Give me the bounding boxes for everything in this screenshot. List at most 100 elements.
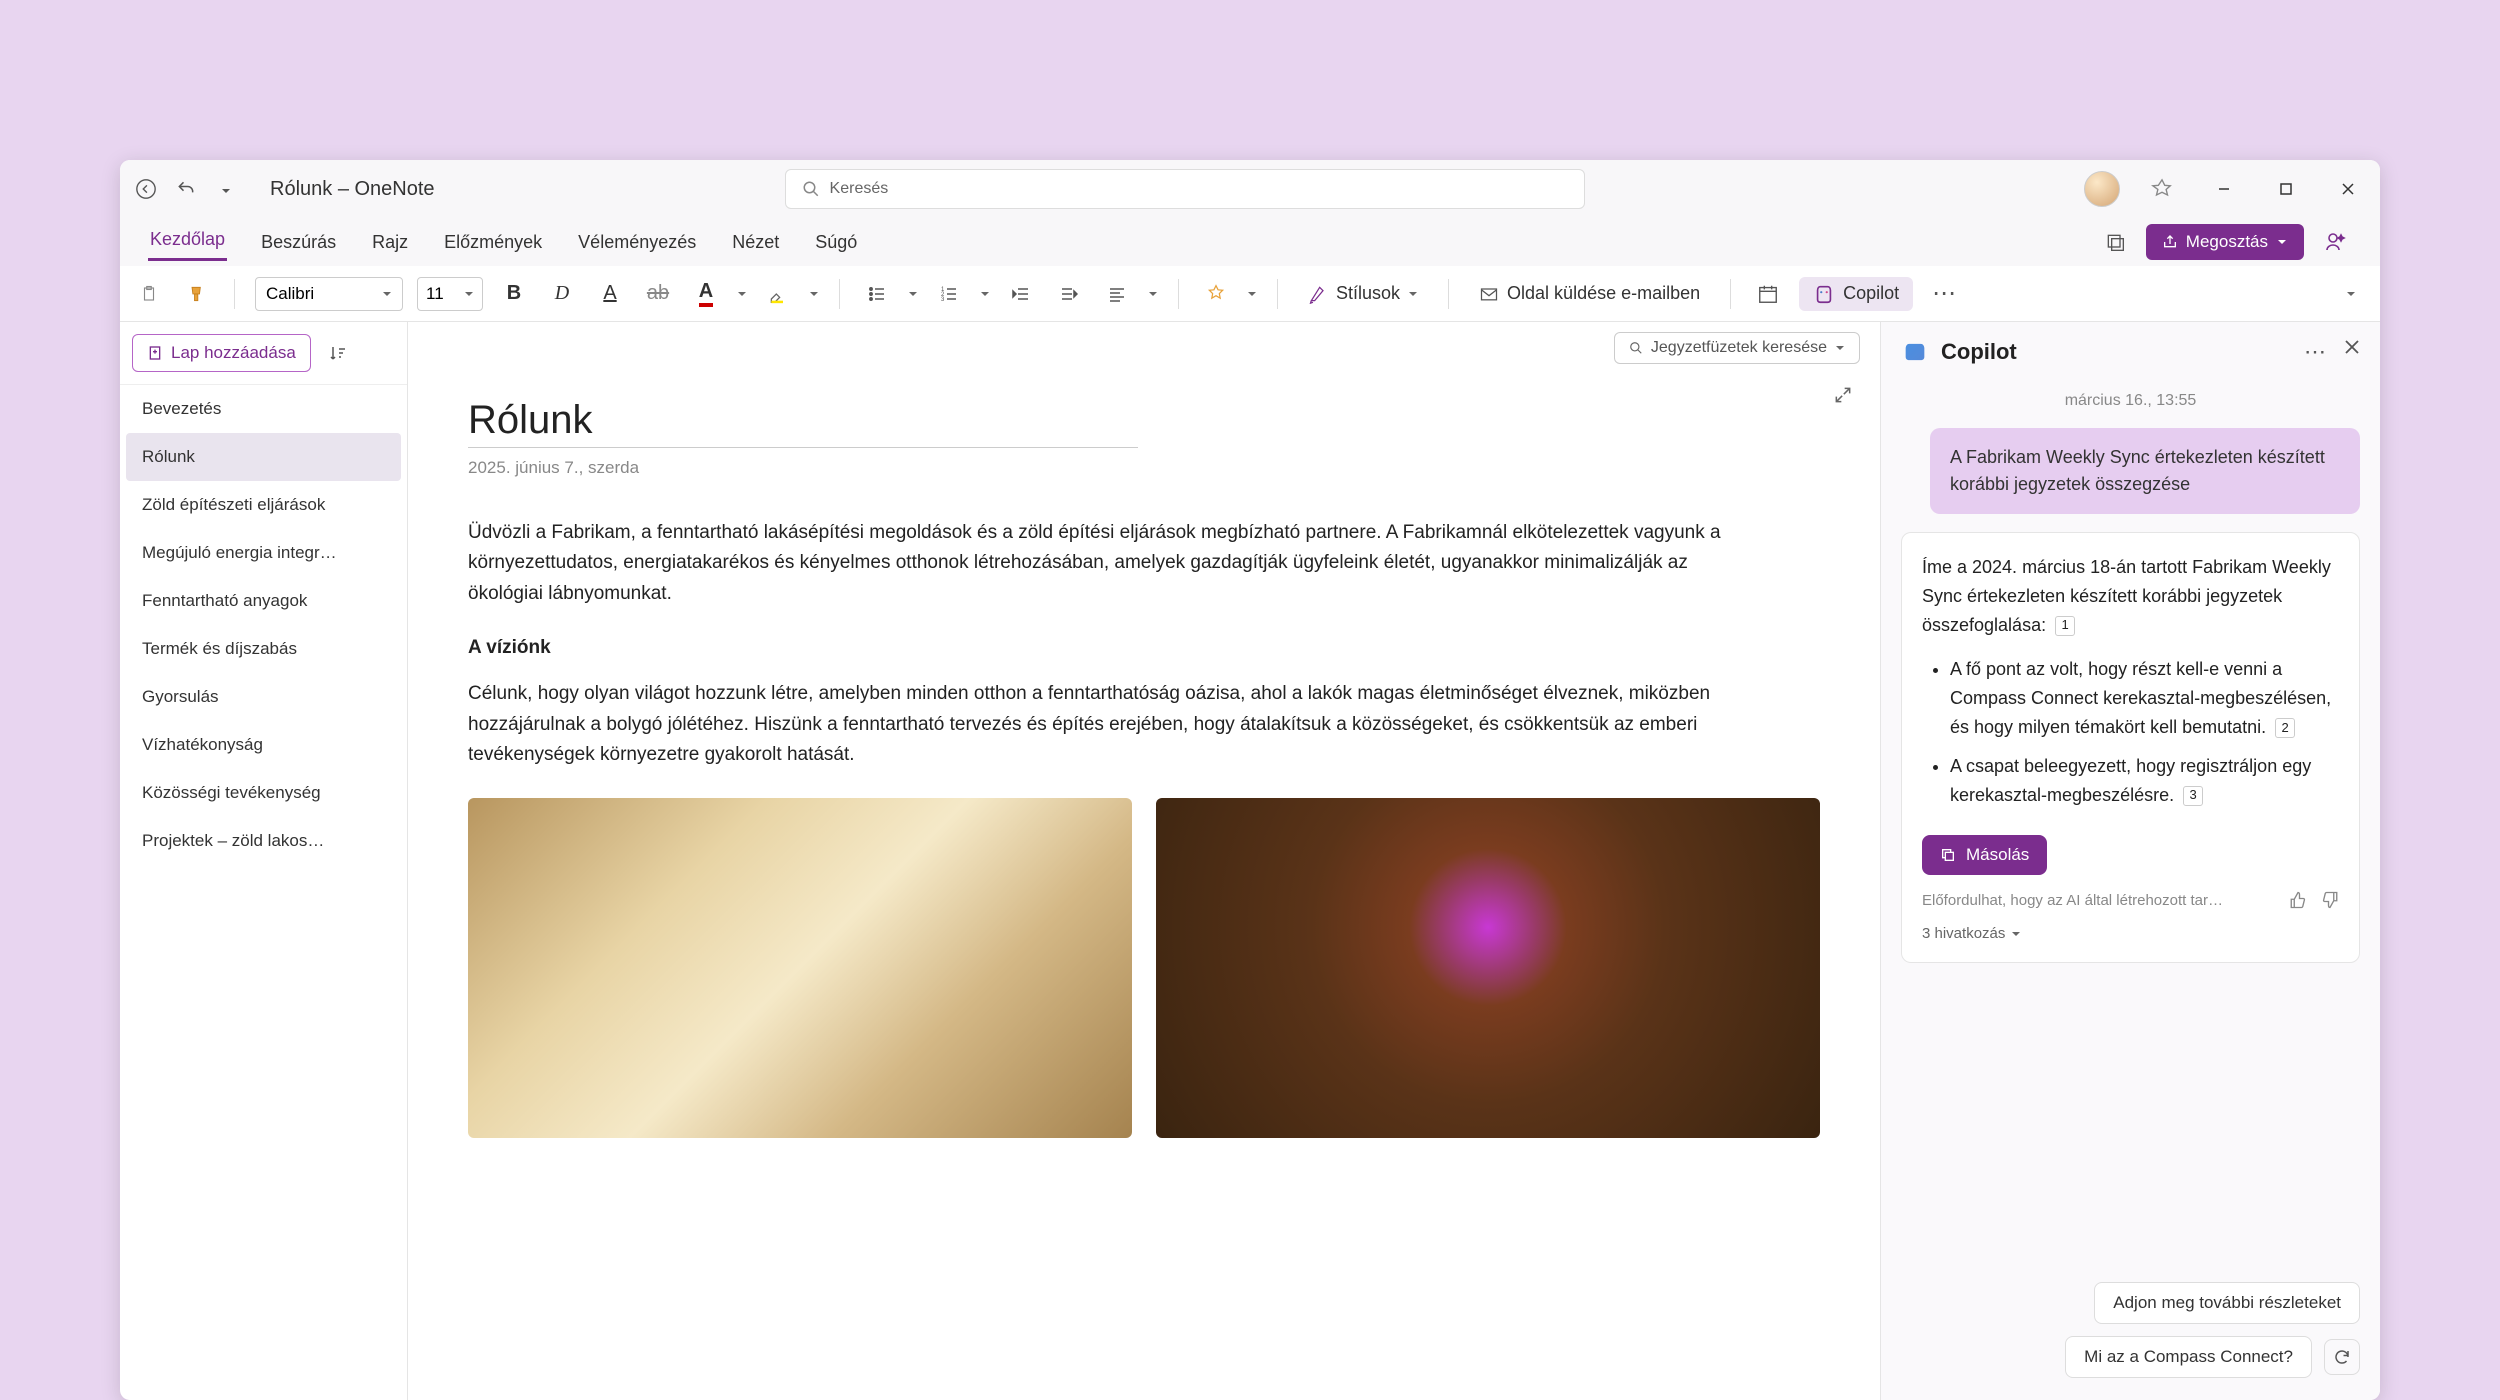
ribbon-tab-history[interactable]: Előzmények [442, 226, 544, 259]
format-painter-button[interactable] [180, 277, 214, 311]
font-size-select[interactable]: 11 [417, 277, 483, 311]
page-title[interactable]: Rólunk [468, 398, 1820, 443]
align-button[interactable] [1100, 277, 1134, 311]
separator [234, 279, 235, 309]
paste-button[interactable] [132, 277, 166, 311]
ribbon-tab-draw[interactable]: Rajz [370, 226, 410, 259]
image-atrium-dome[interactable] [1156, 798, 1820, 1138]
search-notebooks-button[interactable]: Jegyzetfüzetek keresése [1614, 332, 1860, 364]
numbered-list-button[interactable]: 123 [932, 277, 966, 311]
chevron-down-icon[interactable] [809, 289, 819, 299]
user-avatar[interactable] [2084, 171, 2120, 207]
reference-badge[interactable]: 3 [2183, 786, 2203, 806]
sort-button[interactable] [321, 336, 355, 370]
expand-icon[interactable] [1826, 378, 1860, 412]
ribbon-tabs: Kezdőlap Beszúrás Rajz Előzmények Vélemé… [120, 218, 2380, 266]
ribbon-tab-review[interactable]: Véleményezés [576, 226, 698, 259]
sidebar-item[interactable]: Megújuló energia integr… [120, 529, 407, 577]
sidebar-item[interactable]: Projektek – zöld lakos… [120, 817, 407, 865]
thumbs-up-button[interactable] [2289, 891, 2307, 909]
back-button[interactable] [132, 175, 160, 203]
share-icon [2162, 234, 2178, 250]
ribbon-tab-home[interactable]: Kezdőlap [148, 223, 227, 261]
highlight-button[interactable] [761, 277, 795, 311]
undo-button[interactable] [172, 175, 200, 203]
chevron-down-icon[interactable] [737, 289, 747, 299]
sidebar-item[interactable]: Közösségi tevékenység [120, 769, 407, 817]
reference-badge[interactable]: 1 [2055, 616, 2075, 636]
more-button[interactable]: ⋯ [1927, 277, 1961, 311]
page-body[interactable]: Rólunk 2025. június 7., szerda Üdvözli a… [408, 374, 1880, 1138]
ribbon-tab-insert[interactable]: Beszúrás [259, 226, 338, 259]
search-icon [802, 180, 820, 198]
maximize-button[interactable] [2266, 169, 2306, 209]
email-page-button[interactable]: Oldal küldése e-mailben [1469, 277, 1710, 311]
copilot-close-button[interactable] [2344, 339, 2360, 365]
indent-button[interactable] [1052, 277, 1086, 311]
font-name-select[interactable]: Calibri [255, 277, 403, 311]
add-page-button[interactable]: Lap hozzáadása [132, 334, 311, 372]
copilot-assistant-intro: Íme a 2024. március 18-án tartott Fabrik… [1922, 553, 2339, 639]
share-button[interactable]: Megosztás [2146, 224, 2304, 260]
copy-icon [1940, 847, 1956, 863]
vision-body[interactable]: Célunk, hogy olyan világot hozzunk létre… [468, 679, 1738, 770]
copilot-bullet: A fő pont az volt, hogy részt kell-e ven… [1950, 655, 2339, 741]
open-in-window-icon[interactable] [2098, 225, 2132, 259]
chevron-down-icon[interactable] [1247, 289, 1257, 299]
sidebar-item[interactable]: Termék és díjszabás [120, 625, 407, 673]
tag-button[interactable] [1199, 277, 1233, 311]
copilot-suggestion-button[interactable]: Adjon meg további részleteket [2094, 1282, 2360, 1324]
ribbon-tab-help[interactable]: Súgó [813, 226, 859, 259]
image-wooden-architecture[interactable] [468, 798, 1132, 1138]
close-button[interactable] [2328, 169, 2368, 209]
chevron-down-icon [1835, 343, 1845, 353]
sidebar-item[interactable]: Gyorsulás [120, 673, 407, 721]
chevron-down-icon [382, 289, 392, 299]
copilot-timestamp: március 16., 13:55 [1901, 392, 2360, 410]
minimize-button[interactable] [2204, 169, 2244, 209]
separator [1730, 279, 1731, 309]
thumbs-down-button[interactable] [2321, 891, 2339, 909]
copilot-toolbar-button[interactable]: Copilot [1799, 277, 1913, 311]
search-placeholder: Keresés [830, 180, 889, 198]
copilot-footer: Adjon meg további részleteket Mi az a Co… [1881, 1266, 2380, 1400]
search-bar[interactable]: Keresés [785, 169, 1585, 209]
outdent-button[interactable] [1004, 277, 1038, 311]
chevron-down-icon[interactable] [908, 289, 918, 299]
font-name-value: Calibri [266, 284, 314, 304]
copilot-launch-icon[interactable] [2318, 225, 2352, 259]
italic-button[interactable]: D [545, 277, 579, 311]
bold-button[interactable]: B [497, 277, 531, 311]
meeting-button[interactable] [1751, 277, 1785, 311]
chevron-down-icon[interactable] [980, 289, 990, 299]
bullet-text: A fő pont az volt, hogy részt kell-e ven… [1950, 659, 2331, 737]
copilot-refresh-button[interactable] [2324, 1339, 2360, 1375]
copilot-suggestion-button[interactable]: Mi az a Compass Connect? [2065, 1336, 2312, 1378]
premium-icon[interactable] [2142, 169, 2182, 209]
copilot-more-button[interactable]: ⋯ [2304, 339, 2326, 365]
vision-heading[interactable]: A víziónk [468, 637, 1820, 659]
copilot-references-toggle[interactable]: 3 hivatkozás [1922, 925, 2339, 942]
sidebar-item[interactable]: Bevezetés [120, 385, 407, 433]
copilot-bullet: A csapat beleegyezett, hogy regisztráljo… [1950, 752, 2339, 810]
qat-dropdown[interactable] [212, 175, 240, 203]
ribbon-tab-view[interactable]: Nézet [730, 226, 781, 259]
page-intro[interactable]: Üdvözli a Fabrikam, a fenntartható lakás… [468, 518, 1738, 609]
bullet-list-button[interactable] [860, 277, 894, 311]
sidebar-item[interactable]: Zöld építészeti eljárások [120, 481, 407, 529]
copilot-copy-button[interactable]: Másolás [1922, 835, 2047, 875]
font-color-button[interactable]: A [689, 277, 723, 311]
collapse-ribbon-button[interactable] [2334, 277, 2368, 311]
sidebar-item[interactable]: Vízhatékonyság [120, 721, 407, 769]
sidebar-item[interactable]: Rólunk [126, 433, 401, 481]
copilot-header: Copilot ⋯ [1881, 322, 2380, 382]
email-page-label: Oldal küldése e-mailben [1507, 283, 1700, 304]
underline-button[interactable]: A [593, 277, 627, 311]
sidebar-item[interactable]: Fenntartható anyagok [120, 577, 407, 625]
copilot-feedback [2289, 891, 2339, 909]
reference-badge[interactable]: 2 [2275, 718, 2295, 738]
chevron-down-icon [1408, 289, 1418, 299]
styles-button[interactable]: Stílusok [1298, 277, 1428, 311]
strikethrough-button[interactable]: ab [641, 277, 675, 311]
chevron-down-icon[interactable] [1148, 289, 1158, 299]
